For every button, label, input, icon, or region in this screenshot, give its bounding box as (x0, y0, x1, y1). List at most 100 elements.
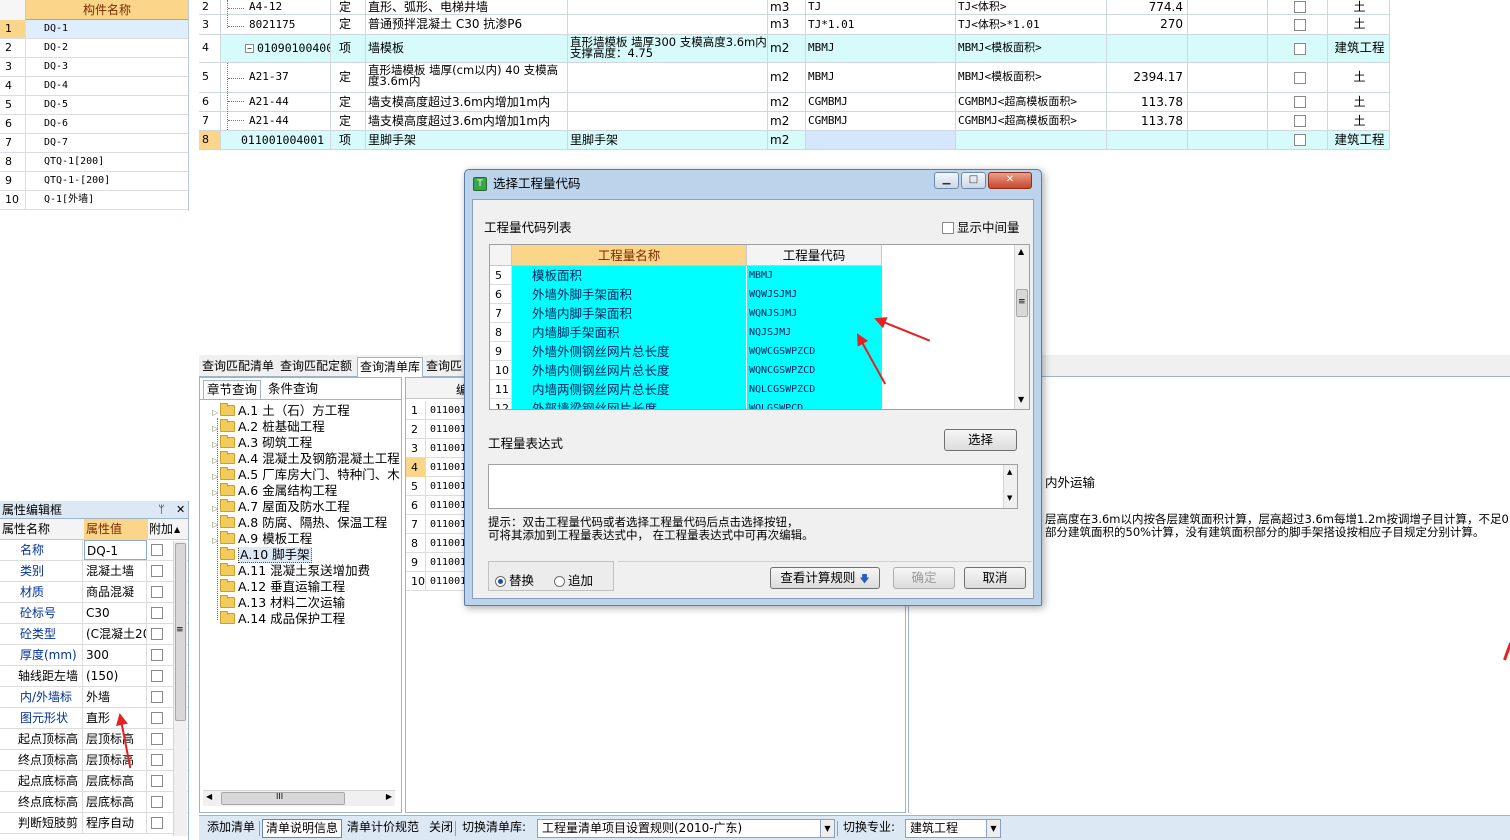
chapter-tree-item[interactable]: ▷ A.2 桩基础工程 (212, 419, 402, 435)
property-row[interactable]: 起点顶标高 层顶标高 (0, 729, 188, 750)
view-rules-button[interactable]: 查看计算规则 🡇 (770, 567, 880, 589)
chevron-up-icon[interactable]: ▲ (174, 519, 186, 540)
bill-table-row[interactable]: 6 A21-44 定 墙支模高度超过3.6m内增加1m内 m2 CGMBMJ CGMBMJ<… (199, 93, 1390, 112)
component-name-column-header[interactable]: 构件名称 (26, 0, 188, 20)
property-extra-checkbox[interactable] (151, 607, 163, 619)
list-row[interactable]: 1 011001 (406, 401, 466, 420)
component-row[interactable]: 9 QTQ-1-[200] (0, 172, 188, 191)
chapter-tree-item[interactable]: ▷ A.4 混凝土及钢筋混凝土工程 (212, 451, 402, 467)
pin-icon[interactable]: ᛘ (158, 501, 165, 519)
property-row[interactable]: 砼类型 (C混凝土20 (0, 624, 188, 645)
cancel-button[interactable]: 取消 (964, 567, 1026, 589)
tab-chapter-query[interactable]: 章节查询 (203, 380, 262, 399)
chapter-horizontal-scrollbar[interactable]: ◀ III ▶ (203, 790, 395, 806)
component-name[interactable]: DQ-1 (26, 20, 188, 38)
checkbox-icon[interactable] (1294, 1, 1306, 13)
property-value[interactable]: 混凝土墙 (84, 561, 147, 581)
quantity-name[interactable]: 内墙脚手架面积 (512, 323, 747, 342)
property-value[interactable]: (150) (84, 666, 147, 686)
quantity-name[interactable]: 外墙外脚手架面积 (512, 285, 747, 304)
component-name[interactable]: DQ-3 (26, 58, 188, 76)
chevron-down-icon[interactable]: ▼ (1007, 494, 1012, 502)
replace-radio[interactable]: 替换 (495, 570, 534, 589)
quantity-code[interactable]: WQWJSJMJ (747, 285, 882, 304)
component-name[interactable]: DQ-5 (26, 96, 188, 114)
property-value[interactable]: 层底标高 (84, 792, 147, 812)
chevron-down-icon[interactable]: ▼ (1018, 395, 1024, 404)
chapter-tree-item[interactable]: ▷ A.1 土（石）方工程 (212, 403, 402, 419)
append-radio[interactable]: 追加 (554, 570, 593, 589)
component-name[interactable]: DQ-2 (26, 39, 188, 57)
property-row[interactable]: 判断短肢剪 程序自动 (0, 813, 188, 834)
quantity-name[interactable]: 外墙内侧钢丝网片总长度 (512, 361, 747, 380)
checkbox-icon[interactable] (1294, 42, 1306, 55)
chevron-up-icon[interactable]: ▲ (1007, 468, 1012, 476)
close-button[interactable]: 关闭 (426, 819, 456, 838)
chapter-tree-item[interactable]: ▷ A.8 防腐、隔热、保温工程 (212, 515, 402, 531)
property-extra-checkbox[interactable] (151, 733, 163, 745)
property-row[interactable]: 内/外墙标 外墙 (0, 687, 188, 708)
quantity-code-row[interactable]: 9 外墙外侧钢丝网片总长度 WQWCGSWPZCD (490, 342, 882, 361)
add-list-button[interactable]: 添加清单 (204, 819, 258, 838)
collapse-icon[interactable]: − (245, 44, 254, 53)
chevron-down-icon[interactable]: ▼ (820, 820, 834, 837)
chapter-tree-item[interactable]: A.13 材料二次运输 (212, 595, 402, 611)
checkbox-icon[interactable] (942, 222, 954, 234)
bill-table-row[interactable]: 2 A4-12 定 直形、弧形、电梯井墙 m3 TJ TJ<体积> 774.4 土 (199, 0, 1390, 15)
component-name[interactable]: DQ-6 (26, 115, 188, 133)
property-row[interactable]: 起点底标高 层底标高 (0, 771, 188, 792)
list-row[interactable]: 2 011001 (406, 420, 466, 439)
specialty-select[interactable]: 建筑工程 ▼ (905, 819, 1001, 838)
chapter-tree-item[interactable]: A.11 混凝土泵送增加费 (212, 563, 402, 579)
expand-arrow-icon[interactable]: ▷ (212, 501, 220, 515)
property-extra-checkbox[interactable] (151, 670, 163, 682)
component-row[interactable]: 4 DQ-4 (0, 77, 188, 96)
list-row[interactable]: 6 011001 (406, 496, 466, 515)
bill-table-row[interactable]: 7 A21-44 定 墙支模高度超过3.6m内增加1m内 m2 CGMBMJ CGMBMJ<… (199, 112, 1390, 131)
maximize-icon[interactable]: □ (961, 172, 986, 189)
expand-arrow-icon[interactable]: ▷ (212, 437, 220, 451)
list-row[interactable]: 3 011001 (406, 439, 466, 458)
property-value[interactable]: 外墙 (84, 687, 147, 707)
expand-arrow-icon[interactable]: ▷ (212, 453, 220, 467)
chapter-tree-item[interactable]: ▷ A.5 厂库房大门、特种门、木 (212, 467, 402, 483)
component-row[interactable]: 5 DQ-5 (0, 96, 188, 115)
checkbox-icon[interactable] (1294, 115, 1306, 127)
component-row[interactable]: 2 DQ-2 (0, 39, 188, 58)
property-extra-checkbox[interactable] (151, 649, 163, 661)
checkbox-icon[interactable] (1294, 71, 1306, 84)
component-row[interactable]: 6 DQ-6 (0, 115, 188, 134)
chapter-tree-item[interactable]: A.10 脚手架 (212, 547, 402, 563)
component-name[interactable]: QTQ-1-[200] (26, 172, 188, 190)
expression-input[interactable]: ▲ ▼ (488, 464, 1018, 509)
component-name[interactable]: Q-1[外墙] (26, 191, 188, 209)
expression-scrollbar[interactable]: ▲ ▼ (1003, 465, 1017, 508)
property-value[interactable]: 商品混凝 (84, 582, 147, 602)
expand-arrow-icon[interactable]: ▷ (212, 405, 220, 419)
quantity-code-row[interactable]: 6 外墙外脚手架面积 WQWJSJMJ (490, 285, 882, 304)
checkbox-icon[interactable] (1294, 134, 1306, 146)
component-name[interactable]: QTQ-1[200] (26, 153, 188, 171)
tab-condition-query[interactable]: 条件查询 (265, 380, 321, 399)
quantity-name-column-header[interactable]: 工程量名称 (512, 245, 747, 266)
minimize-icon[interactable]: ▁ (934, 172, 959, 189)
quantity-name[interactable]: 模板面积 (512, 266, 747, 285)
property-extra-checkbox[interactable] (151, 628, 163, 640)
property-row[interactable]: 砼标号 C30 (0, 603, 188, 624)
row-checkbox[interactable] (1268, 63, 1328, 92)
property-row[interactable]: 材质 商品混凝 (0, 582, 188, 603)
row-checkbox[interactable] (1268, 15, 1328, 34)
quantity-name[interactable]: 外墙外侧钢丝网片总长度 (512, 342, 747, 361)
quantity-code[interactable]: WQNJSJMJ (747, 304, 882, 323)
component-row[interactable]: 3 DQ-3 (0, 58, 188, 77)
list-info-button[interactable]: 清单说明信息 (262, 819, 343, 838)
ok-button[interactable]: 确定 (893, 567, 955, 589)
component-row[interactable]: 10 Q-1[外墙] (0, 191, 188, 210)
chapter-tree-item[interactable]: ▷ A.6 金属结构工程 (212, 483, 402, 499)
quantity-code-row[interactable]: 10 外墙内侧钢丝网片总长度 WQNCGSWPZCD (490, 361, 882, 380)
show-intermediate-checkbox[interactable]: 显示中间量 (942, 217, 1020, 236)
property-extra-checkbox[interactable] (151, 775, 163, 787)
chapter-tree-item[interactable]: ▷ A.3 砌筑工程 (212, 435, 402, 451)
quantity-name[interactable]: 外部墙梁钢丝网片长度 (512, 399, 747, 409)
component-row[interactable]: 7 DQ-7 (0, 134, 188, 153)
